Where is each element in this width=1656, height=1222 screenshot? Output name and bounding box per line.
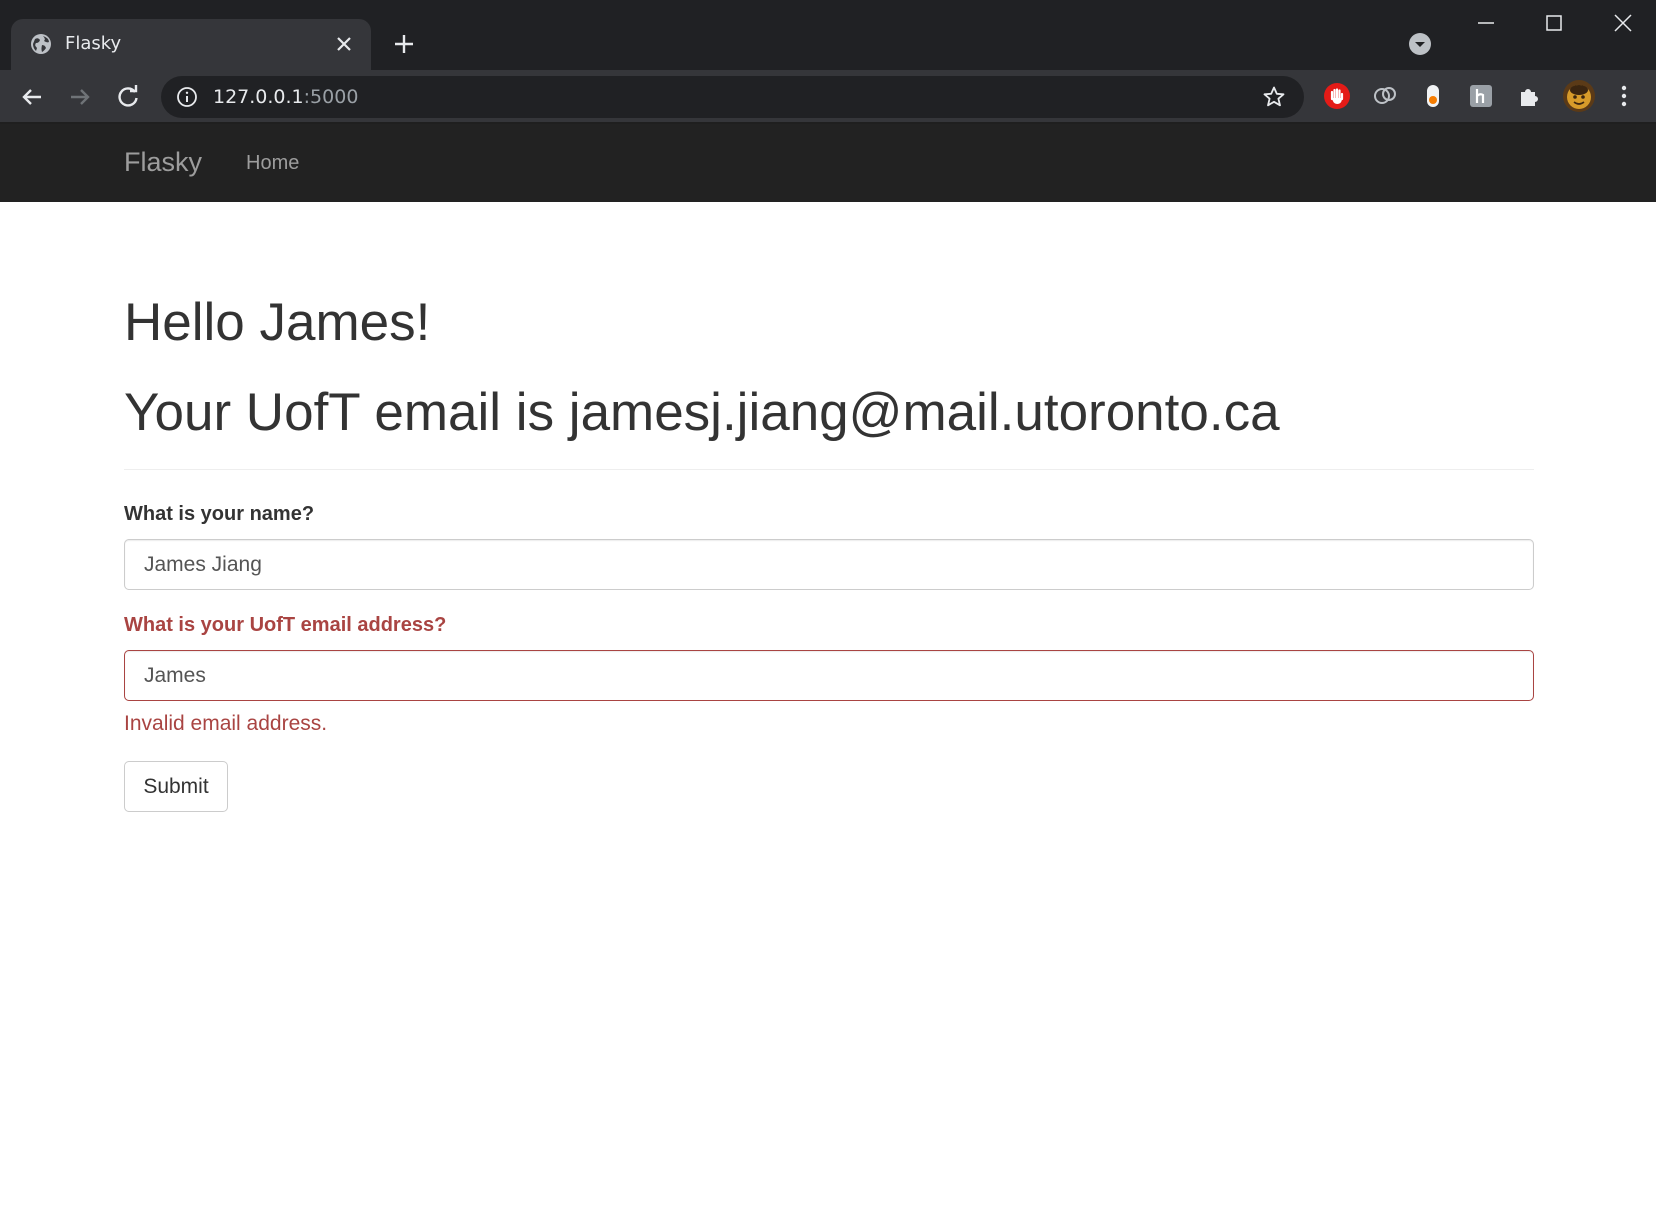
close-window-icon[interactable] <box>1610 10 1636 36</box>
back-arrow-icon[interactable] <box>17 82 47 112</box>
url-text: 127.0.0.1:5000 <box>213 86 358 108</box>
name-label: What is your name? <box>124 503 315 525</box>
minimize-icon[interactable] <box>1473 10 1499 36</box>
reload-icon[interactable] <box>113 82 143 112</box>
extensions-puzzle-icon[interactable] <box>1515 82 1543 110</box>
new-tab-icon[interactable] <box>392 32 416 56</box>
name-input[interactable] <box>124 539 1534 590</box>
navbar-brand[interactable]: Flasky <box>124 147 202 178</box>
adblock-extension-icon[interactable] <box>1323 82 1351 110</box>
tab-search-icon[interactable] <box>1408 32 1432 56</box>
email-label: What is your UofT email address? <box>124 614 447 636</box>
nav-link-home[interactable]: Home <box>246 152 299 175</box>
info-icon[interactable] <box>176 86 198 108</box>
maximize-icon[interactable] <box>1541 10 1567 36</box>
greeting-heading: Hello James! <box>124 293 431 352</box>
chrome-menu-icon[interactable] <box>1610 82 1638 110</box>
browser-tab-strip: Flasky <box>0 0 1656 70</box>
address-bar[interactable]: 127.0.0.1:5000 <box>161 76 1304 118</box>
email-error-message: Invalid email address. <box>124 712 328 735</box>
page-header-divider <box>124 469 1534 470</box>
forward-arrow-icon[interactable] <box>65 82 95 112</box>
browser-tab[interactable]: Flasky <box>11 19 371 70</box>
close-tab-icon[interactable] <box>333 33 355 55</box>
bookmark-star-icon[interactable] <box>1262 85 1286 109</box>
tab-title: Flasky <box>65 33 122 54</box>
url-port: :5000 <box>303 86 359 108</box>
email-heading: Your UofT email is jamesj.jiang@mail.uto… <box>124 383 1280 442</box>
linked-circles-extension-icon[interactable] <box>1371 82 1399 110</box>
submit-button[interactable]: Submit <box>124 761 228 812</box>
app-navbar: Flasky Home <box>0 124 1656 202</box>
globe-icon <box>31 34 51 54</box>
email-input[interactable] <box>124 650 1534 701</box>
h-extension-icon[interactable] <box>1467 82 1495 110</box>
profile-avatar-icon[interactable] <box>1562 79 1596 113</box>
browser-toolbar: 127.0.0.1:5000 <box>0 70 1656 124</box>
url-host: 127.0.0.1 <box>213 86 304 108</box>
toggle-extension-icon[interactable] <box>1419 82 1447 110</box>
